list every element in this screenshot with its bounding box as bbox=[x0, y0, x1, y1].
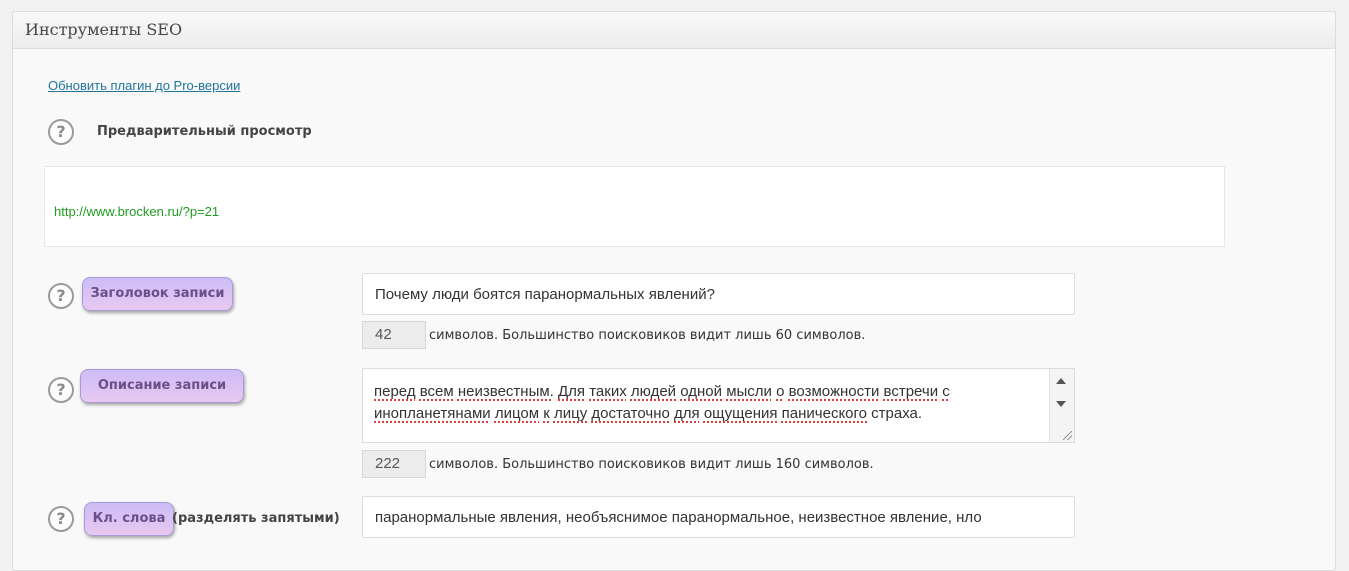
seo-description-textarea[interactable]: перед всем неизвестным. Для таких людей … bbox=[362, 368, 1075, 443]
description-char-counter: 222 bbox=[362, 450, 426, 478]
help-icon[interactable]: ? bbox=[48, 377, 74, 403]
upgrade-pro-link[interactable]: Обновить плагин до Pro-версии bbox=[48, 78, 240, 93]
keywords-hint: (разделять запятыми) bbox=[172, 511, 340, 526]
title-char-counter: 42 bbox=[362, 321, 426, 349]
title-label-pill: Заголовок записи bbox=[82, 277, 233, 311]
description-line-1: перед всем неизвестным. Для таких людей … bbox=[374, 383, 950, 400]
description-char-note: символов. Большинство поисковиков видит … bbox=[429, 457, 874, 472]
help-icon[interactable]: ? bbox=[48, 119, 74, 145]
description-line-2: инопланетянами лицом к лицу достаточно д… bbox=[374, 405, 923, 422]
preview-label: Предварительный просмотр bbox=[97, 124, 312, 139]
panel-title: Инструменты SEO bbox=[25, 20, 183, 39]
help-icon[interactable]: ? bbox=[48, 506, 74, 532]
help-icon[interactable]: ? bbox=[48, 283, 74, 309]
resize-grip-icon[interactable] bbox=[1063, 431, 1072, 440]
title-char-note: символов. Большинство поисковиков видит … bbox=[429, 328, 866, 343]
description-label-pill: Описание записи bbox=[80, 369, 244, 403]
panel-header: Инструменты SEO bbox=[13, 12, 1335, 49]
description-text: перед всем неизвестным. Для таких людей … bbox=[374, 381, 1054, 425]
scroll-down-arrow-icon[interactable] bbox=[1056, 401, 1066, 407]
keywords-label-pill: Кл. слова bbox=[84, 502, 174, 536]
search-preview-box: http://www.brocken.ru/?p=21 bbox=[44, 166, 1225, 247]
scroll-up-arrow-icon[interactable] bbox=[1056, 378, 1066, 384]
seo-tools-panel: Инструменты SEO Обновить плагин до Pro-в… bbox=[12, 11, 1336, 571]
seo-keywords-input[interactable]: паранормальные явления, необъяснимое пар… bbox=[362, 496, 1075, 538]
seo-title-input[interactable]: Почему люди боятся паранормальных явлени… bbox=[362, 273, 1075, 315]
preview-url: http://www.brocken.ru/?p=21 bbox=[54, 204, 220, 219]
